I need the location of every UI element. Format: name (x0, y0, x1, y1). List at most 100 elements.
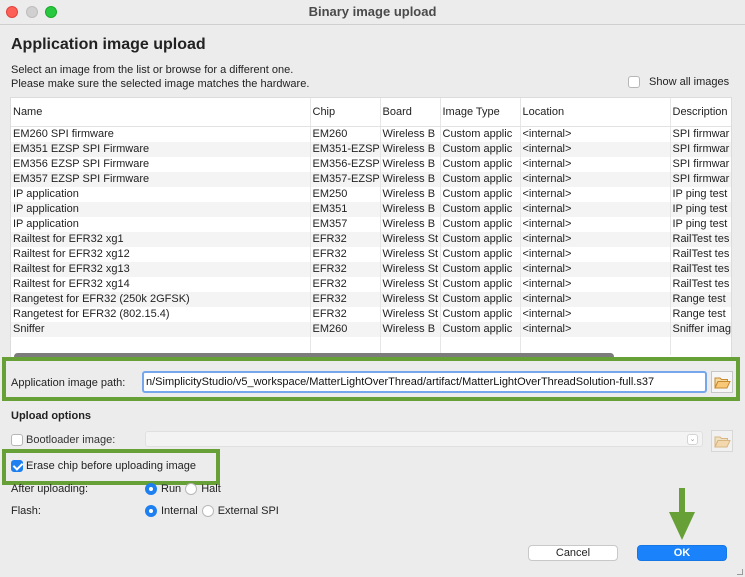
browse-bootloader-button[interactable] (711, 430, 733, 452)
table-cell: RailTest tes (669, 231, 731, 247)
table-cell: Wireless B (379, 216, 440, 232)
table-cell: <internal> (519, 216, 670, 232)
erase-chip-toggle[interactable]: Erase chip before uploading image (11, 460, 196, 472)
table-cell: <internal> (519, 171, 670, 187)
column-header[interactable]: Description (669, 98, 731, 127)
table-cell: Rangetest for EFR32 (802.15.4) (13, 307, 170, 320)
table-cell: Sniffer imag (669, 321, 731, 337)
table-row[interactable]: IP application EM250 Wireless B Custom appl… (11, 186, 731, 202)
table-empty-cell (439, 336, 520, 355)
bootloader-toggle[interactable]: Bootloader image: (11, 434, 115, 446)
table-row[interactable]: EM357 EZSP SPI Firmware EM357-EZSP Wireles… (11, 171, 731, 187)
image-path-input[interactable]: n/SimplicityStudio/v5_workspace/MatterLi… (142, 371, 707, 393)
column-header[interactable]: Board (379, 98, 440, 127)
table-cell: Custom applic (439, 276, 520, 292)
table-cell: Custom applic (439, 291, 520, 307)
table-empty-cell (379, 336, 440, 355)
table-cell: <internal> (519, 156, 670, 172)
table-row[interactable]: Railtest for EFR32 xg1 EFR32 Wireless St Cu… (11, 231, 731, 247)
table-cell: EM357 (309, 216, 380, 232)
bootloader-checkbox[interactable] (11, 434, 23, 446)
table-cell: EFR32 (309, 291, 380, 307)
table-cell: RailTest tes (669, 261, 731, 277)
resize-handle[interactable] (737, 569, 743, 575)
table-cell: IP application (11, 201, 310, 217)
table-header-row: Name Chip Board Image Type Location Descripti… (11, 98, 731, 127)
table-cell: Wireless B (379, 321, 440, 337)
table-cell: Wireless B (379, 126, 440, 142)
column-header[interactable]: Name (11, 98, 310, 127)
show-all-images-label: Show all images (649, 76, 730, 88)
table-cell: Custom applic (439, 171, 520, 187)
flash-label: Flash: (11, 505, 41, 517)
run-radio[interactable] (145, 483, 157, 495)
table-row[interactable]: Railtest for EFR32 xg14 EFR32 Wireless St C… (11, 276, 731, 292)
halt-label: Halt (201, 483, 221, 495)
table-cell: EFR32 (309, 276, 380, 292)
ok-button[interactable]: OK (637, 545, 727, 561)
table-cell: <internal> (519, 321, 670, 337)
table-cell: <internal> (519, 291, 670, 307)
table-cell: SPI firmwar (669, 171, 731, 187)
table-cell: Wireless B (379, 201, 440, 217)
table-cell: EFR32 (309, 261, 380, 277)
bootloader-image-select[interactable]: ⌄ (145, 431, 703, 447)
table-row[interactable]: EM351 EZSP SPI Firmware EM351-EZSP Wireles… (11, 141, 731, 157)
table-row[interactable]: Railtest for EFR32 xg13 EFR32 Wireless St C… (11, 261, 731, 277)
browse-image-button[interactable] (711, 371, 733, 393)
column-header[interactable]: Location (519, 98, 670, 127)
table-cell: EM260 (309, 321, 380, 337)
table-cell: Wireless B (379, 186, 440, 202)
table-cell: EM357 EZSP SPI Firmware (11, 171, 310, 187)
run-label: Run (161, 483, 182, 495)
table-row[interactable]: IP application EM351 Wireless B Custom appl… (11, 201, 731, 217)
instructions: Select an image from the list or browse … (11, 63, 309, 91)
erase-chip-label: Erase chip before uploading image (26, 460, 197, 472)
table-cell: Range test (669, 306, 731, 322)
show-all-images-checkbox[interactable] (628, 76, 640, 88)
table-row[interactable]: EM356 EZSP SPI Firmware EM356-EZSP Wireles… (11, 156, 731, 172)
internal-radio[interactable] (145, 505, 157, 517)
show-all-images-toggle[interactable]: Show all images (628, 76, 729, 88)
table-cell: Wireless St (379, 291, 440, 307)
table-cell: Railtest for EFR32 xg12 (13, 247, 130, 260)
table-cell: RailTest tes (669, 276, 731, 292)
table-cell: Custom applic (439, 126, 520, 142)
table-cell: EM260 (309, 126, 380, 142)
window-title: Binary image upload (308, 4, 437, 19)
column-header[interactable]: Image Type (439, 98, 520, 127)
table-cell: <internal> (519, 276, 670, 292)
table-cell: <internal> (519, 126, 670, 142)
table-row[interactable]: Railtest for EFR32 xg12 EFR32 Wireless St C… (11, 246, 731, 262)
external-spi-radio[interactable] (201, 505, 214, 517)
table-row[interactable]: Rangetest for EFR32 (250k 2GFSK) EFR32 Wir… (11, 291, 731, 307)
table-cell: IP ping test (669, 201, 731, 217)
arrow-down-icon (669, 488, 695, 540)
image-table: Name Chip Board Image Type Location Descripti… (10, 97, 732, 361)
erase-chip-checkbox[interactable] (11, 460, 23, 472)
table-cell: Wireless St (379, 306, 440, 322)
column-header[interactable]: Chip (309, 98, 380, 127)
table-cell: Custom applic (439, 141, 520, 157)
table-empty-cell (309, 336, 380, 355)
table-row[interactable]: Sniffer EM260 Wireless B Custom applic <inte… (11, 321, 731, 337)
table-cell: Sniffer (11, 321, 310, 337)
after-uploading-label: After uploading: (11, 483, 89, 495)
table-row[interactable]: EM260 SPI firmware EM260 Wireless B Custom … (11, 126, 731, 142)
cancel-button[interactable]: Cancel (528, 545, 618, 561)
table-row[interactable]: IP application EM357 Wireless B Custom appl… (11, 216, 731, 232)
halt-radio[interactable] (185, 483, 198, 495)
table-cell: Custom applic (439, 201, 520, 217)
table-cell: <internal> (519, 231, 670, 247)
folder-open-icon (713, 436, 731, 447)
table-empty-row (11, 336, 731, 355)
after-uploading-radio-group: Run Halt (145, 483, 225, 495)
table-row[interactable]: Rangetest for EFR32 (802.15.4) EFR32 Wirel… (11, 306, 731, 322)
table-cell: EM351 (309, 201, 380, 217)
bootloader-label: Bootloader image: (26, 434, 116, 446)
table-cell: Custom applic (439, 186, 520, 202)
table-cell: Custom applic (439, 261, 520, 277)
external-spi-label: External SPI (217, 505, 279, 517)
table-cell: EM356 EZSP SPI Firmware (13, 157, 150, 170)
table-cell: SPI firmwar (669, 126, 731, 142)
